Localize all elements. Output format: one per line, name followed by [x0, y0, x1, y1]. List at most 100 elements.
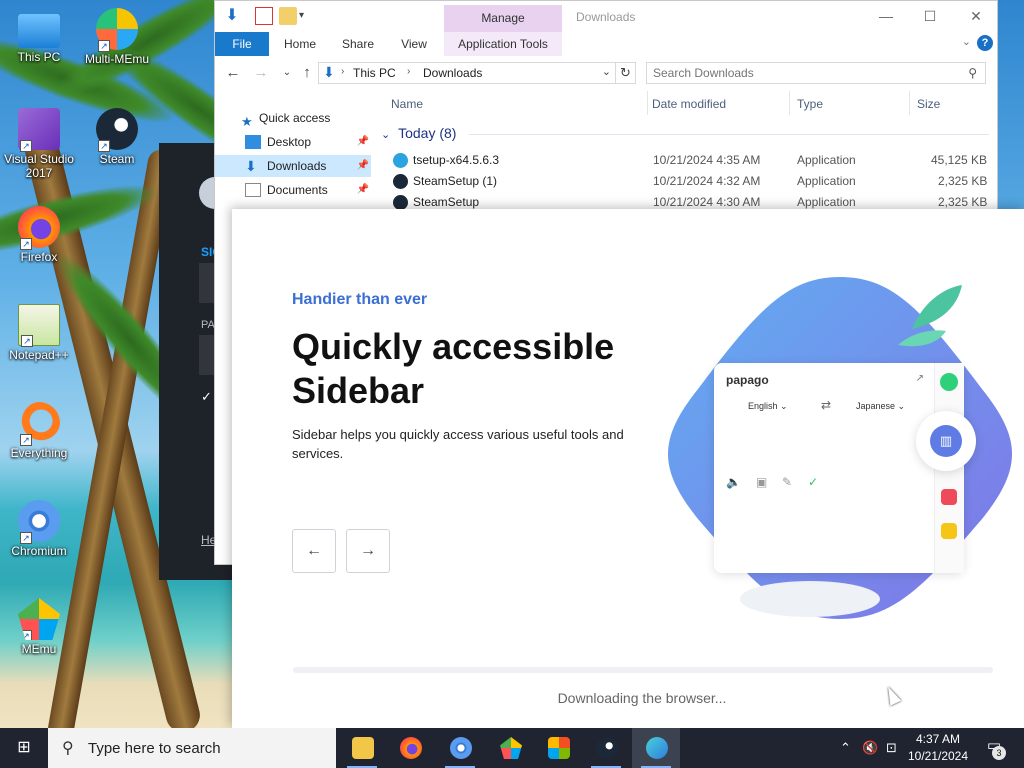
remember-me-checkbox[interactable]: ✓ [201, 389, 212, 405]
search-icon: ⚲ [62, 740, 74, 757]
taskbar-firefox[interactable] [386, 728, 434, 768]
network-icon[interactable]: ⊡ [886, 740, 897, 756]
title-bar: ⬇ ▾ Manage Downloads — ☐ ✕ [215, 1, 997, 32]
green-app-icon [940, 373, 958, 391]
chevron-up-icon[interactable]: ⌃ [840, 740, 851, 756]
speaker-muted-icon[interactable]: 🔇 [862, 740, 878, 756]
column-header-type[interactable]: Type [797, 97, 823, 111]
column-header-name[interactable]: Name [391, 97, 423, 111]
desktop-icon-chromium[interactable]: ↗ Chromium [0, 500, 78, 558]
download-status-text: Downloading the browser... [557, 690, 727, 706]
yellow-app-icon [941, 523, 957, 539]
windows-start-icon[interactable]: ⊞ [0, 728, 48, 768]
help-icon[interactable]: ? [977, 35, 993, 51]
taskbar-chromium[interactable] [436, 728, 484, 768]
table-row[interactable]: SteamSetup (1) 10/21/2024 4:32 AM Applic… [375, 171, 995, 192]
nav-documents[interactable]: Documents 📌 [215, 179, 371, 201]
chromium-icon: ↗ [18, 500, 60, 544]
papago-translator-card: papago ↗ English ⌄ ⇄ Japanese ⌄ 🔈 ▣ ✎ ✓ [714, 363, 964, 573]
search-downloads-box[interactable]: ⚲ [646, 62, 986, 84]
browser-installer-window: Handier than ever Quickly accessible Sid… [232, 209, 1024, 728]
tab-home[interactable]: Home [277, 32, 323, 56]
source-language-select: English ⌄ [748, 401, 788, 411]
installer-headline: Quickly accessible Sidebar [292, 326, 615, 411]
taskbar-multi-memu[interactable] [486, 728, 534, 768]
recent-locations-dropdown-icon[interactable]: ⌄ [277, 63, 297, 83]
tab-file[interactable]: File [215, 32, 269, 56]
star-icon: ★ [241, 114, 253, 129]
desktop-icon-memu[interactable]: ↗ MEmu [0, 598, 78, 656]
desktop-icon-visual-studio[interactable]: ↗ Visual Studio 2017 [0, 108, 78, 180]
nav-desktop[interactable]: Desktop 📌 [215, 131, 371, 153]
breadcrumb-downloads[interactable]: Downloads [423, 66, 482, 80]
taskbar-search-box[interactable]: ⚲ Type here to search [48, 728, 336, 768]
tab-application-tools[interactable]: Application Tools [444, 32, 562, 56]
pin-icon: 📌 [356, 184, 369, 195]
desktop-icon-everything[interactable]: ↗ Everything [0, 402, 78, 460]
desktop-icon-label: Everything [10, 446, 68, 460]
forward-arrow-icon[interactable]: → [251, 63, 271, 83]
desktop-folder-icon [245, 135, 261, 149]
nav-quick-access[interactable]: ★ Quick access [215, 107, 371, 129]
breadcrumb-separator-icon: › [341, 66, 345, 77]
installer-description: Sidebar helps you quickly access various… [292, 427, 624, 461]
minimize-button[interactable]: — [863, 4, 909, 28]
group-header-today[interactable]: ⌄ Today (8) [381, 125, 989, 141]
table-row[interactable]: tsetup-x64.5.6.3 10/21/2024 4:35 AM Appl… [375, 150, 995, 171]
back-arrow-icon[interactable]: ← [223, 63, 243, 83]
downloads-location-icon: ⬇ [323, 64, 335, 80]
desktop-icon-label: MEmu [21, 642, 57, 656]
file-explorer-icon [352, 737, 374, 759]
desktop-icon-firefox[interactable]: ↗ Firefox [0, 206, 78, 264]
new-folder-icon[interactable] [279, 7, 297, 25]
nav-item-label: Desktop [267, 135, 312, 149]
firefox-icon: ↗ [18, 206, 60, 250]
file-type: Application [797, 153, 856, 167]
notification-count-badge: 3 [992, 746, 1006, 760]
computer-icon [18, 14, 60, 48]
close-button[interactable]: ✕ [953, 4, 999, 28]
file-size: 2,325 KB [938, 174, 988, 188]
external-link-icon: ↗ [915, 373, 924, 384]
taskbar-whale-installer[interactable] [632, 728, 680, 768]
clock[interactable]: 4:37 AM 10/21/2024 [906, 731, 970, 765]
taskbar-steam[interactable] [582, 728, 630, 768]
red-app-icon [941, 489, 957, 505]
check-icon: ✓ [808, 475, 819, 489]
nav-downloads[interactable]: ⬇ Downloads 📌 [215, 155, 371, 177]
target-language-select: Japanese ⌄ [856, 401, 906, 411]
steam-icon [393, 174, 408, 189]
refresh-icon[interactable]: ↻ [616, 62, 636, 84]
quick-access-toolbar-dropdown-icon[interactable]: ▾ [299, 7, 317, 25]
up-arrow-icon[interactable]: ↑ [297, 63, 317, 83]
pin-icon: 📌 [356, 160, 369, 171]
maximize-button[interactable]: ☐ [907, 4, 953, 28]
download-arrow-icon: ⬇ [225, 7, 239, 24]
tab-share[interactable]: Share [335, 32, 381, 56]
desktop-icon-this-pc[interactable]: This PC [0, 10, 78, 64]
tab-manage[interactable]: Manage [444, 5, 562, 32]
column-header-date-modified[interactable]: Date modified [652, 97, 726, 111]
desktop-icon-label: Firefox [20, 250, 58, 264]
address-bar[interactable]: ⬇ › This PC › Downloads ⌄ [318, 62, 616, 84]
desktop-icon-steam[interactable]: ↗ Steam [78, 108, 156, 166]
address-dropdown-icon[interactable]: ⌄ [602, 65, 611, 78]
breadcrumb-this-pc[interactable]: This PC [353, 66, 396, 80]
chevron-down-icon[interactable]: ⌄ [962, 35, 971, 48]
properties-icon[interactable] [255, 7, 273, 25]
taskbar-file-explorer[interactable] [338, 728, 386, 768]
column-header-size[interactable]: Size [917, 97, 940, 111]
column-divider [647, 91, 648, 115]
memu-icon: ↗ [18, 598, 60, 640]
tab-view[interactable]: View [391, 32, 437, 56]
file-date: 10/21/2024 4:35 AM [653, 153, 761, 167]
sidebar-button: ▥ [916, 411, 976, 471]
next-slide-button[interactable]: → [346, 529, 390, 573]
taskbar-microsoft-store[interactable] [534, 728, 582, 768]
column-divider [909, 91, 910, 115]
search-input[interactable] [653, 63, 953, 83]
previous-slide-button[interactable]: ← [292, 529, 336, 573]
desktop-icon-multi-memu[interactable]: ↗ Multi-MEmu [78, 8, 156, 66]
multi-memu-icon [500, 737, 522, 759]
desktop-icon-notepad-plus-plus[interactable]: ↗ Notepad++ [0, 304, 78, 362]
